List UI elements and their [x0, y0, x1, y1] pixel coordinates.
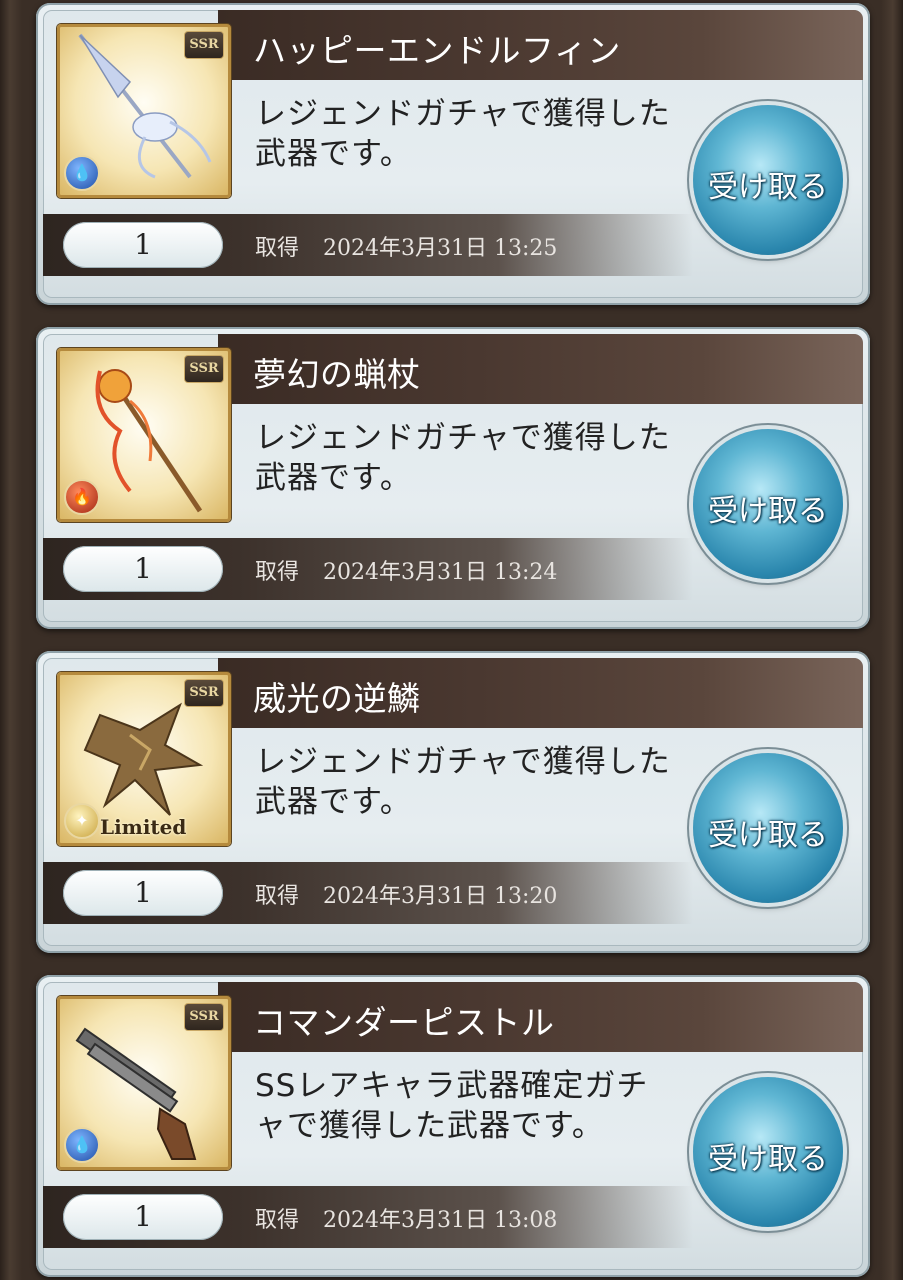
- acquired-date: 2024年3月31日 13:08: [323, 1208, 558, 1233]
- item-count: 1: [63, 870, 223, 916]
- rarity-badge: SSR: [184, 31, 224, 59]
- acquired-date: 2024年3月31日 13:24: [323, 560, 558, 585]
- item-count: 1: [63, 1194, 223, 1240]
- acquired-date: 2024年3月31日 13:25: [323, 236, 558, 261]
- receive-button-label: 受け取る: [708, 1142, 828, 1177]
- item-card-inner: コマンダーピストル SSレアキャラ武器確定ガチャで獲得した武器です。 1 取得 2…: [43, 982, 863, 1270]
- receive-button-label: 受け取る: [708, 170, 828, 205]
- item-card-inner: 夢幻の蝋杖 レジェンドガチャで獲得した武器です。 1 取得 2024年3月31日 …: [43, 334, 863, 622]
- receive-button[interactable]: 受け取る: [693, 753, 843, 903]
- acquired-label: 取得: [255, 560, 300, 585]
- limited-label: Limited: [100, 815, 187, 839]
- item-card: 威光の逆鱗 レジェンドガチャで獲得した武器です。 1 取得 2024年3月31日 …: [36, 651, 870, 953]
- light-element-icon: ✦: [64, 803, 100, 839]
- acquired-info: 取得 2024年3月31日 13:24: [255, 554, 557, 586]
- weapon-thumbnail: SSR ✦ Limited: [57, 672, 231, 846]
- acquired-info: 取得 2024年3月31日 13:20: [255, 878, 557, 910]
- item-name: コマンダーピストル: [253, 1003, 555, 1042]
- acquired-label: 取得: [255, 884, 300, 909]
- rarity-badge: SSR: [184, 355, 224, 383]
- item-card: 夢幻の蝋杖 レジェンドガチャで獲得した武器です。 1 取得 2024年3月31日 …: [36, 327, 870, 629]
- item-card-inner: 威光の逆鱗 レジェンドガチャで獲得した武器です。 1 取得 2024年3月31日 …: [43, 658, 863, 946]
- rarity-badge: SSR: [184, 679, 224, 707]
- fire-element-icon: 🔥: [64, 479, 100, 515]
- receive-button[interactable]: 受け取る: [693, 105, 843, 255]
- rarity-badge: SSR: [184, 1003, 224, 1031]
- receive-button-label: 受け取る: [708, 494, 828, 529]
- receive-button[interactable]: 受け取る: [693, 429, 843, 579]
- item-description: レジェンドガチャで獲得した武器です。: [255, 744, 671, 820]
- acquired-date: 2024年3月31日 13:20: [323, 884, 558, 909]
- item-count: 1: [63, 222, 223, 268]
- receive-button-label: 受け取る: [708, 818, 828, 853]
- item-name: 威光の逆鱗: [253, 679, 421, 718]
- item-card-inner: ハッピーエンドルフィン レジェンドガチャで獲得した武器です。 1 取得 2024年…: [43, 10, 863, 298]
- item-card: コマンダーピストル SSレアキャラ武器確定ガチャで獲得した武器です。 1 取得 2…: [36, 975, 870, 1277]
- weapon-thumbnail: SSR 🔥: [57, 348, 231, 522]
- item-card: ハッピーエンドルフィン レジェンドガチャで獲得した武器です。 1 取得 2024年…: [36, 3, 870, 305]
- weapon-thumbnail: SSR 💧: [57, 24, 231, 198]
- acquired-label: 取得: [255, 1208, 300, 1233]
- water-element-icon: 💧: [64, 155, 100, 191]
- receive-button[interactable]: 受け取る: [693, 1077, 843, 1227]
- acquired-info: 取得 2024年3月31日 13:25: [255, 230, 557, 262]
- item-count: 1: [63, 546, 223, 592]
- item-description: レジェンドガチャで獲得した武器です。: [255, 420, 671, 496]
- item-name: ハッピーエンドルフィン: [253, 31, 621, 70]
- item-description: レジェンドガチャで獲得した武器です。: [255, 96, 671, 172]
- item-description: SSレアキャラ武器確定ガチャで獲得した武器です。: [255, 1068, 649, 1144]
- acquired-label: 取得: [255, 236, 300, 261]
- acquired-info: 取得 2024年3月31日 13:08: [255, 1202, 557, 1234]
- item-name: 夢幻の蝋杖: [253, 355, 421, 394]
- water-element-icon: 💧: [64, 1127, 100, 1163]
- weapon-thumbnail: SSR 💧: [57, 996, 231, 1170]
